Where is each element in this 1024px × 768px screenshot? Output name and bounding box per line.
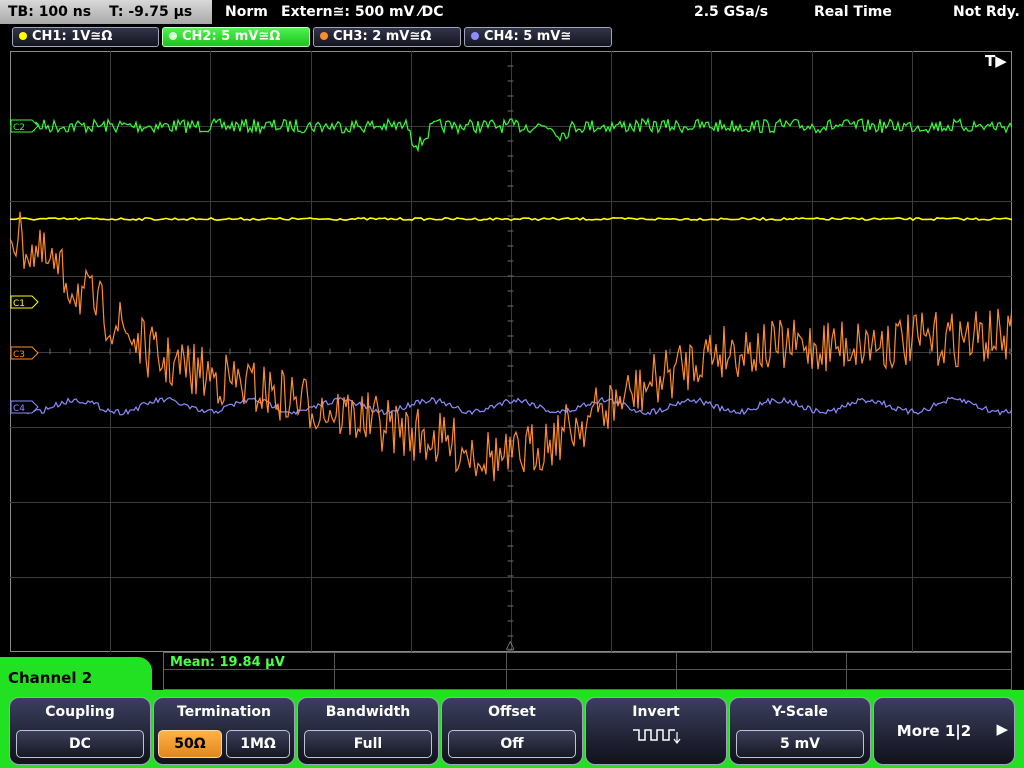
ch2-marker-label: C2: [13, 123, 25, 133]
invert-title: Invert: [632, 704, 680, 720]
measurement-divider: [164, 669, 1011, 670]
waveform-display[interactable]: C2 C1 C3 C4: [10, 51, 1012, 652]
coupling-value[interactable]: DC: [16, 730, 144, 758]
bandwidth-value[interactable]: Full: [304, 730, 432, 758]
offset-title: Offset: [488, 704, 536, 720]
ch3-dot-icon: [320, 32, 328, 40]
timebase-box[interactable]: TB: 100 ns T: -9.75 µs: [0, 0, 212, 24]
next-page-arrow-icon: ▶: [996, 720, 1008, 738]
timebase-readout: TB: 100 ns: [8, 4, 92, 20]
more-label: More 1|2: [896, 722, 972, 740]
ch4-dot-icon: [471, 32, 479, 40]
graticule: C2 C1 C3 C4: [10, 51, 1012, 652]
measurement-panel: Mean: 19.84 µV: [163, 652, 1012, 690]
trigger-source[interactable]: Extern≅: 500 mV ⁄DC: [281, 0, 443, 24]
meas-column-divider: [334, 653, 335, 689]
ch4-marker-label: C4: [13, 404, 25, 414]
termination-1mohm-button[interactable]: 1MΩ: [226, 730, 290, 758]
trigger-position-marker[interactable]: T▶: [985, 52, 1007, 70]
status-bar: TB: 100 ns T: -9.75 µs Norm Extern≅: 500 …: [0, 0, 1024, 24]
ch1-marker-label: C1: [13, 299, 25, 309]
meas-column-divider: [676, 653, 677, 689]
yscale-value[interactable]: 5 mV: [736, 730, 864, 758]
bandwidth-softkey[interactable]: Bandwidth Full: [297, 697, 439, 765]
tab-ch2[interactable]: CH2: 5 mV≅Ω: [162, 27, 310, 47]
termination-50ohm-button[interactable]: 50Ω: [158, 730, 222, 758]
menu-title: Channel 2: [8, 669, 93, 687]
offset-softkey[interactable]: Offset Off: [441, 697, 583, 765]
trigger-time-marker-icon: △: [506, 638, 515, 651]
trigger-status: Not Rdy.: [953, 4, 1020, 20]
yscale-softkey[interactable]: Y-Scale 5 mV: [729, 697, 871, 765]
yscale-title: Y-Scale: [771, 704, 828, 720]
tab-ch4[interactable]: CH4: 5 mV≅: [464, 27, 612, 47]
more-softkey[interactable]: More 1|2 ▶: [873, 697, 1015, 765]
ch2-dot-icon: [169, 32, 177, 40]
tab-ch1[interactable]: CH1: 1V≅Ω: [12, 27, 159, 47]
ch1-dot-icon: [19, 32, 27, 40]
tab-ch2-label: CH2: 5 mV≅Ω: [182, 29, 281, 44]
tab-ch4-label: CH4: 5 mV≅: [484, 29, 572, 44]
trigger-mode[interactable]: Norm: [225, 0, 268, 24]
tab-ch1-label: CH1: 1V≅Ω: [32, 29, 113, 44]
ch3-marker-label: C3: [13, 350, 25, 360]
bandwidth-title: Bandwidth: [325, 704, 411, 720]
termination-softkey[interactable]: Termination 50Ω 1MΩ: [153, 697, 295, 765]
offset-value[interactable]: Off: [448, 730, 576, 758]
meas-column-divider: [846, 653, 847, 689]
tab-ch3[interactable]: CH3: 2 mV≅Ω: [313, 27, 461, 47]
invert-waveform-icon: [586, 726, 726, 750]
tab-ch3-label: CH3: 2 mV≅Ω: [333, 29, 432, 44]
coupling-softkey[interactable]: Coupling DC: [9, 697, 151, 765]
meas-column-divider: [506, 653, 507, 689]
trigger-time-readout: T: -9.75 µs: [109, 4, 193, 20]
acquisition-mode[interactable]: Real Time: [814, 0, 892, 24]
sample-rate: 2.5 GSa/s: [694, 4, 769, 20]
invert-softkey[interactable]: Invert: [585, 697, 727, 765]
mean-measurement: Mean: 19.84 µV: [170, 655, 285, 670]
termination-title: Termination: [177, 704, 271, 720]
coupling-title: Coupling: [45, 704, 115, 720]
